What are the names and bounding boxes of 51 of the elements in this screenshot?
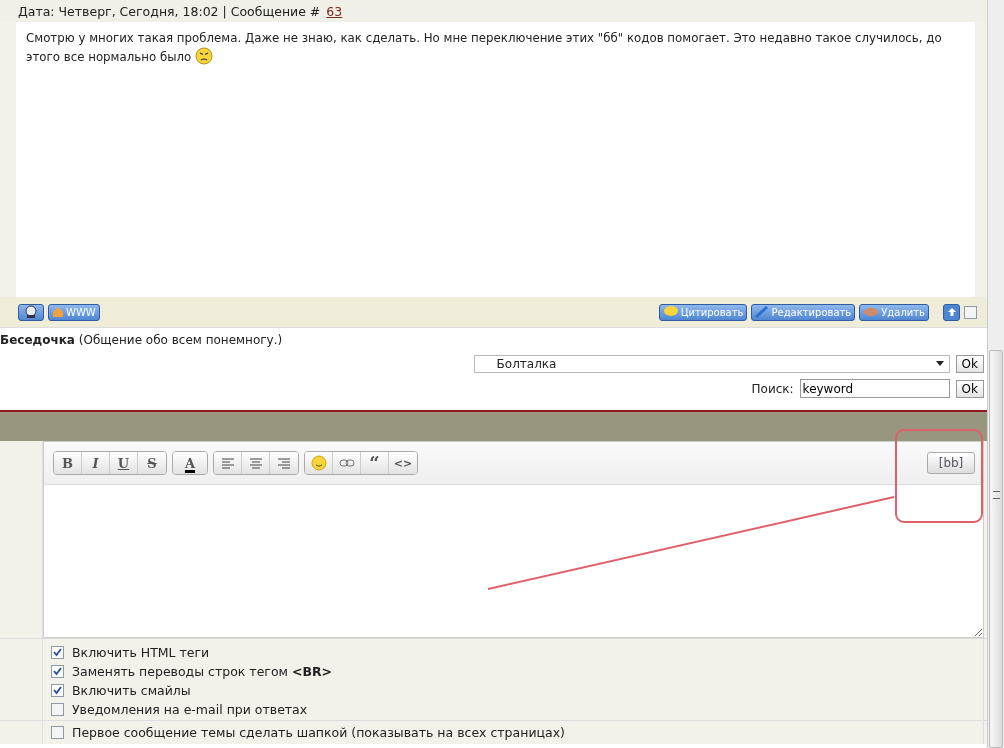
- jump-ok-button[interactable]: Ok: [955, 355, 984, 373]
- option-checkbox[interactable]: [51, 646, 64, 659]
- pencil-icon: [755, 306, 770, 318]
- option-label: Заменять переводы строк тегом <BR>: [72, 664, 333, 679]
- search-label: Поиск:: [751, 381, 794, 396]
- align-left-icon: [220, 457, 235, 469]
- scroll-up-button[interactable]: [943, 303, 960, 321]
- option-label: Первое сообщение темы сделать шапкой (показывать на всех страницах): [72, 725, 565, 740]
- italic-button[interactable]: I: [82, 452, 110, 474]
- angry-smiley-icon: [195, 47, 213, 65]
- profile-icon: [22, 305, 40, 319]
- post-number-link[interactable]: 63: [326, 3, 343, 19]
- chain-link-icon: [338, 459, 355, 467]
- smiley-icon: [310, 455, 327, 471]
- option-checkbox[interactable]: [51, 665, 64, 678]
- center-button[interactable]: [242, 452, 270, 474]
- dropdown-caret-icon: [935, 361, 944, 367]
- forum-title: Беседочка (Общение обо всем понемногу.): [0, 333, 284, 349]
- check-icon: [53, 667, 62, 676]
- select-post-checkbox[interactable]: [964, 305, 977, 319]
- post-meta: Дата: Четверг, Сегодня, 18:02 | Сообщение #: [18, 3, 321, 19]
- align-right-icon: [277, 457, 291, 469]
- post-text: Смотрю у многих такая проблема. Даже не знаю, как сделать. Но мне переключение этих "бб" кодов помогает. Это недавно такое случилось, до этого все нормально было: [26, 30, 943, 66]
- right-button[interactable]: [270, 452, 298, 474]
- check-icon: [53, 686, 62, 695]
- option-checkbox[interactable]: [51, 684, 64, 697]
- forum-jump-select[interactable]: Болталка: [473, 355, 950, 373]
- bold-button[interactable]: B: [54, 452, 82, 474]
- option-checkbox[interactable]: [51, 703, 64, 716]
- profile-button[interactable]: [18, 303, 44, 321]
- color-button[interactable]: A: [173, 452, 207, 474]
- strike-button[interactable]: S: [138, 452, 166, 474]
- left-button[interactable]: [214, 452, 242, 474]
- pin-checkbox[interactable]: [51, 726, 64, 739]
- up-arrow-icon: [946, 307, 957, 317]
- search-field[interactable]: keyword: [799, 379, 950, 398]
- speech-bubble-icon: [662, 306, 679, 318]
- bbcode-toggle-button[interactable]: [bb]: [927, 452, 975, 474]
- option-label: Включить HTML теги: [72, 645, 210, 660]
- house-icon: [52, 306, 64, 318]
- check-icon: [53, 648, 62, 657]
- link-button[interactable]: [333, 452, 361, 474]
- option-label: Уведомления на e-mail при ответах: [72, 702, 308, 717]
- underline-button[interactable]: U: [110, 452, 138, 474]
- quote-button[interactable]: “: [361, 452, 389, 474]
- search-ok-button[interactable]: Ok: [955, 379, 984, 398]
- option-label: Включить смайлы: [72, 683, 191, 698]
- align-center-icon: [248, 457, 263, 469]
- code-button[interactable]: <>: [389, 452, 417, 474]
- scrollbar[interactable]: [987, 0, 1004, 748]
- smile-button[interactable]: [305, 452, 333, 474]
